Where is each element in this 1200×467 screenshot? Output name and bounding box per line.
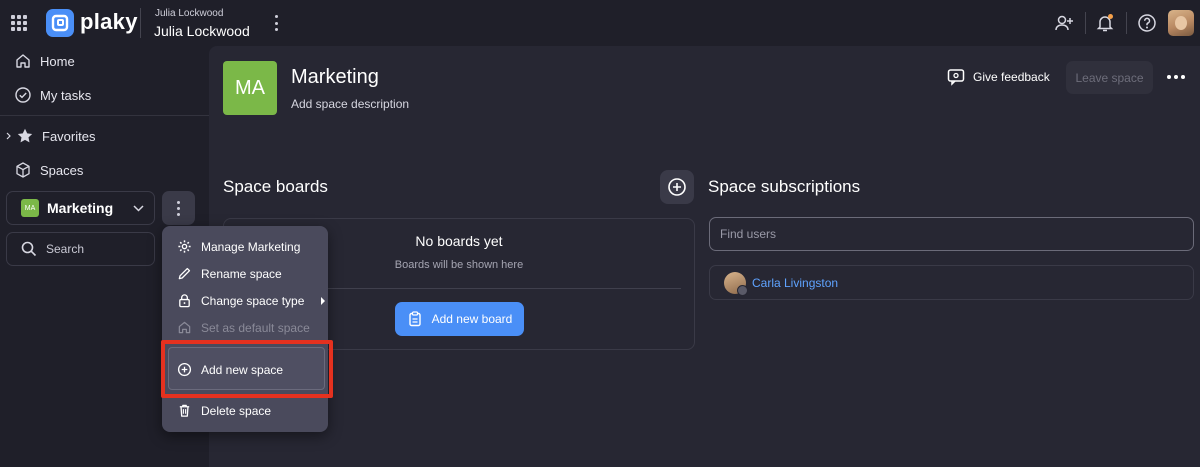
highlight-box [161,340,333,398]
clipboard-icon [408,311,421,327]
page-title[interactable]: Marketing [291,66,379,89]
menu-item-delete-space[interactable]: Delete space [177,403,271,418]
chevron-right-icon[interactable] [6,132,12,140]
cube-icon [16,162,30,178]
star-icon [17,128,33,143]
sidebar-item-label: Favorites [42,128,96,144]
sidebar-item-my-tasks[interactable]: My tasks [14,86,91,104]
logo-text[interactable]: plaky [80,9,138,35]
sidebar-item-label: My tasks [40,87,92,103]
bell-icon[interactable] [1095,13,1115,33]
trash-icon [179,404,190,417]
find-users-input[interactable]: Find users [709,217,1194,251]
space-select[interactable]: MA Marketing [6,191,155,225]
search-label: Search [46,242,85,256]
workspace-menu-icon[interactable] [270,15,282,31]
add-user-icon[interactable] [1054,13,1074,33]
user-avatar[interactable] [1168,10,1194,36]
help-icon[interactable] [1137,13,1157,33]
find-users-placeholder: Find users [720,227,777,241]
give-feedback-button[interactable]: Give feedback [947,68,1050,86]
more-options-icon[interactable] [1167,75,1185,79]
add-new-board-button[interactable]: Add new board [395,302,524,336]
top-bar: plaky Julia Lockwood Julia Lockwood [0,0,1200,46]
space-avatar[interactable]: MA [223,61,277,115]
lock-icon [179,294,190,308]
menu-item-label: Change space type [201,293,305,308]
space-options-button[interactable] [162,191,195,225]
feedback-label: Give feedback [973,70,1050,84]
menu-item-change-space-type[interactable]: Change space type [177,293,326,308]
leave-space-button[interactable]: Leave space [1066,61,1153,94]
space-description[interactable]: Add space description [291,97,409,111]
list-item[interactable]: Carla Livingston [709,265,1194,300]
menu-item-label: Set as default space [201,320,310,335]
top-divider [1126,12,1127,34]
space-subscriptions-title: Space subscriptions [708,177,861,196]
space-badge: MA [21,199,39,217]
sidebar-item-spaces[interactable]: Spaces [14,161,83,179]
sidebar-item-favorites[interactable]: Favorites [6,127,95,145]
home-icon [16,54,30,68]
pencil-icon [178,267,191,280]
space-boards-title: Space boards [223,177,328,196]
menu-item-manage-space[interactable]: Manage Marketing [177,239,300,254]
home-icon [178,321,191,334]
sidebar-search[interactable]: Search [6,232,155,266]
logo-icon[interactable] [46,9,74,37]
menu-item-label: Rename space [201,266,282,281]
top-divider [1085,12,1086,34]
search-icon [21,241,37,257]
sidebar-divider [0,115,209,116]
check-circle-icon [15,87,31,103]
plus-circle-icon [668,178,686,196]
avatar [724,271,748,296]
apps-grid-icon[interactable] [11,15,27,31]
chevron-down-icon [133,205,144,212]
menu-item-set-default-space: Set as default space [177,320,310,335]
menu-item-rename-space[interactable]: Rename space [177,266,282,281]
workspace-name[interactable]: Julia Lockwood [154,23,250,39]
space-select-label: Marketing [47,200,114,216]
sidebar-item-label: Spaces [40,162,84,178]
chevron-right-icon [321,296,326,305]
gear-icon [178,240,191,253]
main-content: MA Marketing Add space description Give … [209,46,1200,467]
top-divider [140,8,141,38]
sidebar-item-home[interactable]: Home [14,52,75,70]
add-board-label: Add new board [431,312,513,326]
sidebar-item-label: Home [40,53,75,69]
menu-item-label: Delete space [201,403,272,418]
workspace-owner: Julia Lockwood [155,8,224,19]
menu-item-label: Manage Marketing [201,239,301,254]
user-name[interactable]: Carla Livingston [752,276,838,290]
space-context-menu: Manage Marketing Rename space Change spa… [162,226,328,432]
feedback-icon [947,69,965,86]
add-board-icon-button[interactable] [660,170,694,204]
